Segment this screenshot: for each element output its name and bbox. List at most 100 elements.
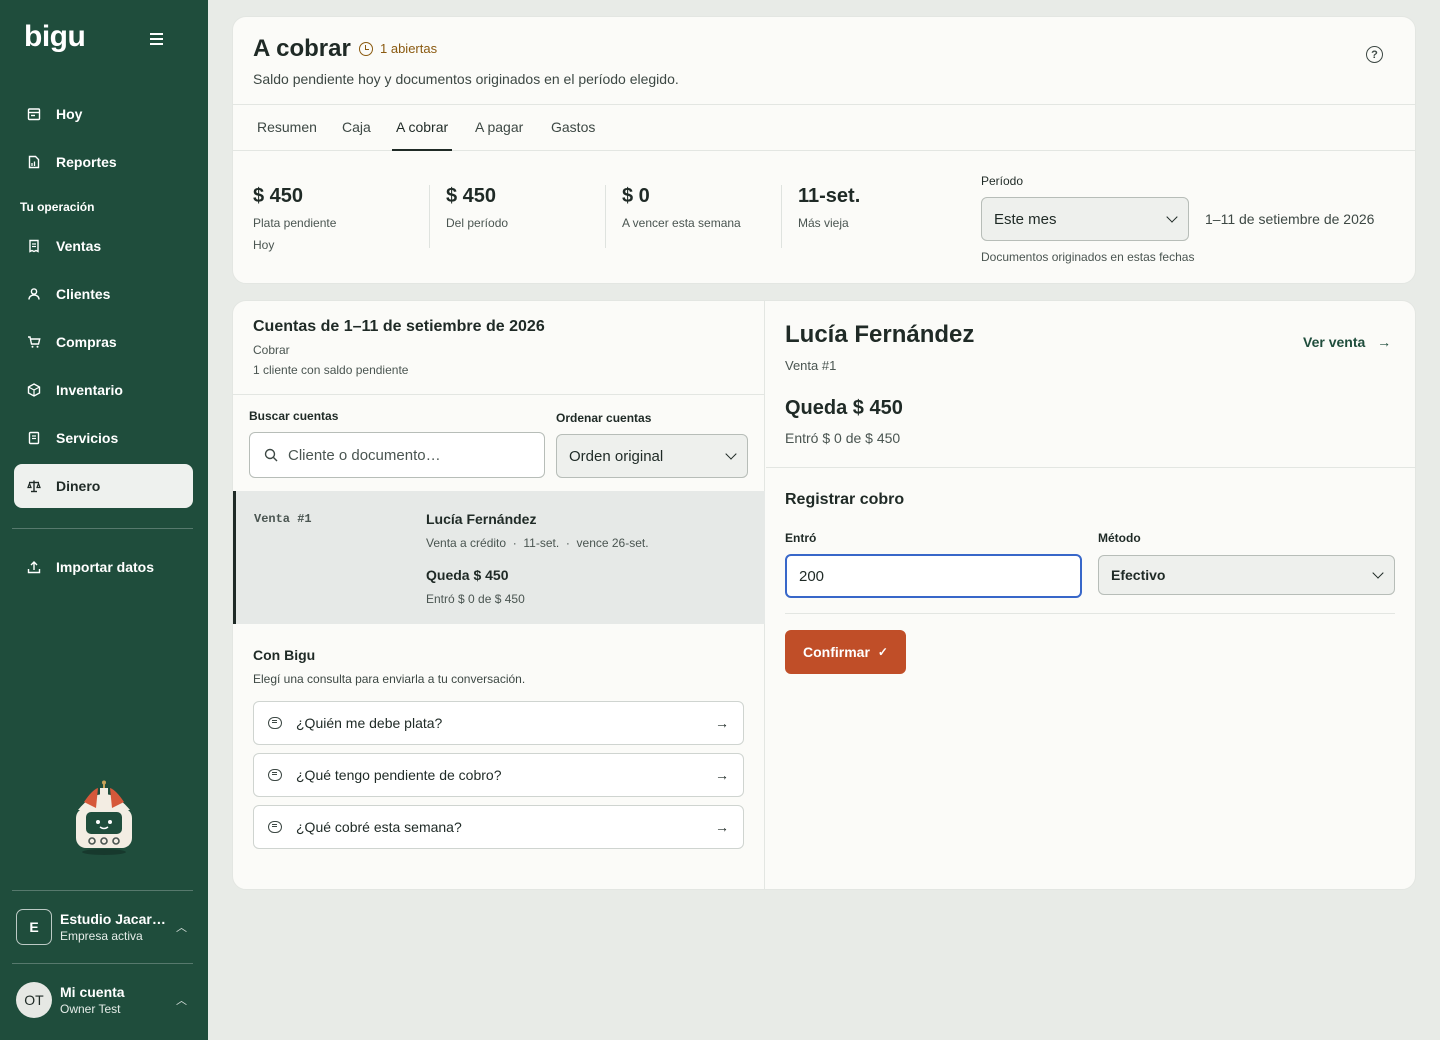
kpi-due-week: $ 0 A vencer esta semana <box>622 185 741 230</box>
sidebar-item-servicios[interactable]: Servicios <box>14 416 193 460</box>
row-remaining: Queda $ 450 <box>426 567 509 583</box>
search-label: Buscar cuentas <box>249 409 339 423</box>
sidebar-divider <box>12 890 193 891</box>
confirm-button[interactable]: Confirmar ✓ <box>785 630 906 674</box>
menu-toggle-icon[interactable] <box>150 30 172 50</box>
account-menu[interactable]: OT Mi cuenta Owner Test ︿ <box>16 980 196 1020</box>
main-card: Cuentas de 1–11 de setiembre de 2026 Cob… <box>232 300 1416 890</box>
prompt-label: ¿Qué cobré esta semana? <box>296 819 462 835</box>
confirm-label: Confirmar <box>803 644 870 660</box>
sidebar-item-label: Inventario <box>56 382 123 398</box>
clock-icon <box>359 41 373 56</box>
period-range: 1–11 de setiembre de 2026 <box>1205 211 1375 227</box>
divider <box>233 394 765 395</box>
row-paid: Entró $ 0 de $ 450 <box>426 592 525 606</box>
sidebar-item-inventario[interactable]: Inventario <box>14 368 193 412</box>
detail-remaining: Queda $ 450 <box>785 397 903 419</box>
period-label: Período <box>981 174 1024 188</box>
sidebar-item-label: Hoy <box>56 106 83 122</box>
sidebar-item-hoy[interactable]: Hoy <box>14 92 193 136</box>
app-logo[interactable]: bigu <box>24 20 86 54</box>
tab-gastos[interactable]: Gastos <box>547 105 599 151</box>
user-icon <box>26 286 42 302</box>
search-field[interactable] <box>249 432 545 478</box>
account-row[interactable]: Venta #1 Lucía Fernández Venta a crédito… <box>233 491 765 624</box>
help-icon[interactable]: ? <box>1366 46 1383 63</box>
chat-icon <box>268 717 282 729</box>
detail-paid: Entró $ 0 de $ 450 <box>785 430 901 446</box>
sidebar-item-importar[interactable]: Importar datos <box>14 545 193 589</box>
account-user: Owner Test <box>60 1002 121 1016</box>
kpi-period: $ 450 Del período <box>446 185 508 230</box>
view-sale-link[interactable]: Ver venta → <box>1303 334 1391 350</box>
sidebar-item-label: Reportes <box>56 154 117 170</box>
document-icon <box>26 430 42 446</box>
period-select[interactable]: Este mes <box>981 197 1189 241</box>
open-count-text: 1 abiertas <box>380 41 438 56</box>
sidebar-item-clientes[interactable]: Clientes <box>14 272 193 316</box>
method-selected-value: Efectivo <box>1111 567 1166 583</box>
sidebar-divider <box>12 963 193 964</box>
tab-caja[interactable]: Caja <box>338 105 375 151</box>
sort-select[interactable]: Orden original <box>556 434 748 478</box>
search-input[interactable] <box>288 446 528 464</box>
sidebar-item-label: Clientes <box>56 286 111 302</box>
box-icon <box>26 382 42 398</box>
row-document: Venta #1 <box>254 512 312 526</box>
chat-icon <box>268 769 282 781</box>
page-title: A cobrar <box>253 35 351 62</box>
tab-a-pagar[interactable]: A pagar <box>471 105 527 151</box>
company-name: Estudio Jacaranda <box>60 911 170 927</box>
chevron-up-icon: ︿ <box>176 995 187 1007</box>
sidebar-section-label: Tu operación <box>20 200 95 214</box>
chevron-down-icon <box>1372 567 1384 579</box>
kpi-value: $ 450 <box>253 185 304 207</box>
receipt-icon <box>26 238 42 254</box>
calendar-icon <box>26 106 42 122</box>
sidebar-divider <box>12 528 193 529</box>
kpi-label: A vencer esta semana <box>622 216 741 230</box>
scale-icon <box>26 478 42 494</box>
arrow-right-icon: → <box>1377 334 1392 350</box>
arrow-right-icon: → <box>715 819 729 835</box>
chevron-down-icon <box>1166 211 1178 223</box>
tab-a-cobrar[interactable]: A cobrar <box>392 105 453 151</box>
prompt-quien-debe[interactable]: ¿Quién me debe plata? → <box>253 701 744 745</box>
con-bigu-subtitle: Elegí una consulta para enviarla a tu co… <box>253 672 526 686</box>
upload-icon <box>26 559 42 575</box>
chevron-down-icon <box>725 448 737 460</box>
period-selected-value: Este mes <box>994 210 1057 228</box>
amount-input[interactable] <box>785 554 1082 598</box>
amount-label: Entró <box>785 531 817 545</box>
sidebar-item-ventas[interactable]: Ventas <box>14 224 193 268</box>
kpi-pending: $ 450 Plata pendiente Hoy <box>253 185 336 252</box>
kpi-oldest: 11-set. Más vieja <box>798 185 860 230</box>
chat-icon <box>268 821 282 833</box>
method-select[interactable]: Efectivo <box>1098 555 1395 595</box>
avatar: OT <box>16 982 52 1018</box>
prompt-pendiente-cobro[interactable]: ¿Qué tengo pendiente de cobro? → <box>253 753 744 797</box>
search-icon <box>264 448 278 462</box>
sidebar-item-reportes[interactable]: Reportes <box>14 140 193 184</box>
accounts-panel: Cuentas de 1–11 de setiembre de 2026 Cob… <box>233 301 765 889</box>
prompt-label: ¿Qué tengo pendiente de cobro? <box>296 767 502 783</box>
cart-icon <box>26 334 42 350</box>
company-switcher[interactable]: E Estudio Jacaranda Empresa activa ︿ <box>16 907 196 947</box>
chevron-up-icon: ︿ <box>176 922 187 934</box>
tab-resumen[interactable]: Resumen <box>253 105 321 151</box>
prompt-label: ¿Quién me debe plata? <box>296 715 443 731</box>
accounts-subtitle: Cobrar <box>253 343 290 357</box>
sort-selected-value: Orden original <box>569 447 664 465</box>
check-icon: ✓ <box>877 645 888 659</box>
arrow-right-icon: → <box>715 767 729 783</box>
detail-client-name: Lucía Fernández <box>785 321 975 348</box>
sidebar-item-dinero[interactable]: Dinero <box>14 464 193 508</box>
sidebar-item-compras[interactable]: Compras <box>14 320 193 364</box>
kpi-label: Del período <box>446 216 509 230</box>
kpi-sublabel: Hoy <box>253 238 275 252</box>
tab-bar: Resumen Caja A cobrar A pagar Gastos <box>233 104 1415 151</box>
divider <box>785 613 1395 614</box>
report-icon <box>26 154 42 170</box>
sidebar: bigu Hoy Reportes Tu operación Ventas Cl… <box>0 0 208 1040</box>
prompt-cobre-semana[interactable]: ¿Qué cobré esta semana? → <box>253 805 744 849</box>
